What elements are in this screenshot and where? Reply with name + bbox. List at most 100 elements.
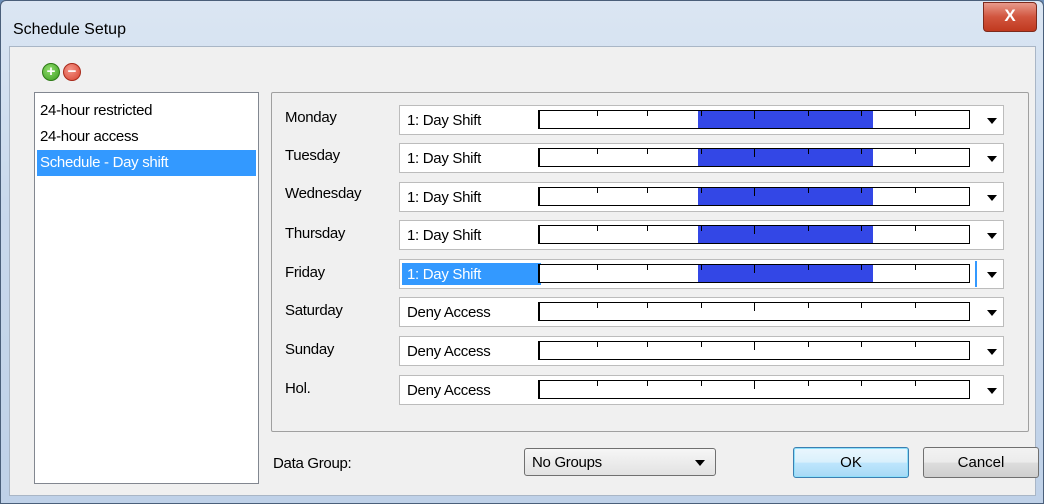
- day-row: Sunday Deny Access: [272, 334, 1028, 368]
- schedule-list[interactable]: 24-hour restricted 24-hour access Schedule…: [34, 92, 259, 484]
- hour-tick: [701, 188, 702, 193]
- access-period: [698, 265, 873, 282]
- focus-indicator: [975, 261, 977, 287]
- chevron-down-icon[interactable]: [987, 195, 997, 201]
- close-button[interactable]: X: [983, 2, 1037, 32]
- hour-tick: [647, 149, 648, 154]
- title-bar[interactable]: Schedule Setup X: [1, 1, 1043, 45]
- hour-tick: [915, 111, 916, 116]
- day-schedule-combo[interactable]: 1: Day Shift: [399, 259, 1004, 289]
- day-schedule-combo[interactable]: 1: Day Shift: [399, 143, 1004, 173]
- day-schedule-value: Deny Access: [407, 382, 491, 399]
- hour-tick: [915, 226, 916, 231]
- hour-tick: [808, 226, 809, 231]
- schedule-setup-window: Schedule Setup X + − 24-hour restricted 2…: [0, 0, 1044, 504]
- hour-tick: [861, 303, 862, 308]
- hour-tick: [861, 342, 862, 347]
- chevron-down-icon[interactable]: [987, 272, 997, 278]
- day-label: Wednesday: [285, 185, 362, 202]
- day-row: Hol. Deny Access: [272, 373, 1028, 407]
- chevron-down-icon[interactable]: [987, 310, 997, 316]
- day-label: Monday: [285, 109, 337, 126]
- day-schedule-combo[interactable]: Deny Access: [399, 336, 1004, 366]
- hour-tick: [754, 226, 755, 234]
- time-bar: [538, 380, 970, 399]
- day-schedule-value: Deny Access: [407, 343, 491, 360]
- hour-tick: [754, 149, 755, 157]
- hour-tick: [808, 188, 809, 193]
- hour-tick: [597, 188, 598, 193]
- hour-tick: [597, 303, 598, 308]
- ok-button[interactable]: OK: [793, 447, 909, 478]
- day-label: Saturday: [285, 302, 343, 319]
- hour-tick: [754, 303, 755, 311]
- time-bar: [538, 302, 970, 321]
- access-period: [698, 226, 873, 243]
- schedule-list-item[interactable]: 24-hour restricted: [35, 98, 258, 124]
- day-schedule-combo[interactable]: 1: Day Shift: [399, 220, 1004, 250]
- hour-tick: [647, 265, 648, 270]
- hour-tick: [808, 111, 809, 116]
- day-label: Thursday: [285, 225, 346, 242]
- hour-tick: [701, 381, 702, 386]
- schedule-list-item[interactable]: Schedule - Day shift: [37, 150, 256, 176]
- hour-tick: [701, 226, 702, 231]
- access-period: [698, 188, 873, 205]
- hour-tick: [861, 149, 862, 154]
- chevron-down-icon[interactable]: [987, 156, 997, 162]
- access-period: [698, 149, 873, 166]
- day-schedule-value: 1: Day Shift: [407, 189, 481, 206]
- hour-tick: [597, 149, 598, 154]
- hour-tick: [701, 303, 702, 308]
- day-schedule-combo[interactable]: 1: Day Shift: [399, 182, 1004, 212]
- time-bar: [538, 264, 970, 283]
- hour-tick: [701, 265, 702, 270]
- hour-tick: [754, 265, 755, 273]
- day-schedule-combo[interactable]: Deny Access: [399, 375, 1004, 405]
- hour-tick: [915, 303, 916, 308]
- hour-tick: [861, 265, 862, 270]
- chevron-down-icon[interactable]: [987, 233, 997, 239]
- time-bar: [538, 110, 970, 129]
- hour-tick: [808, 265, 809, 270]
- hour-tick: [808, 381, 809, 386]
- cancel-button[interactable]: Cancel: [923, 447, 1039, 478]
- chevron-down-icon: [695, 460, 705, 466]
- hour-tick: [861, 226, 862, 231]
- day-schedule-combo[interactable]: 1: Day Shift: [399, 105, 1004, 135]
- day-schedule-combo[interactable]: Deny Access: [399, 297, 1004, 327]
- hour-tick: [915, 188, 916, 193]
- day-schedule-value: 1: Day Shift: [407, 150, 481, 167]
- hour-tick: [701, 149, 702, 154]
- day-schedule-value: 1: Day Shift: [407, 227, 481, 244]
- chevron-down-icon[interactable]: [987, 118, 997, 124]
- data-group-select[interactable]: No Groups: [524, 448, 716, 476]
- day-schedule-value: 1: Day Shift: [402, 263, 541, 285]
- hour-tick: [754, 111, 755, 119]
- remove-icon[interactable]: −: [63, 63, 81, 81]
- hour-tick: [808, 303, 809, 308]
- dialog-client-area: + − 24-hour restricted 24-hour access Sche…: [9, 46, 1039, 496]
- data-group-value: No Groups: [532, 454, 602, 471]
- day-label: Sunday: [285, 341, 335, 358]
- close-icon: X: [1004, 6, 1016, 25]
- window-title: Schedule Setup: [13, 21, 126, 38]
- hour-tick: [808, 342, 809, 347]
- hour-tick: [915, 149, 916, 154]
- hour-tick: [647, 111, 648, 116]
- day-row: Friday 1: Day Shift: [272, 257, 1028, 291]
- hour-tick: [597, 342, 598, 347]
- schedule-list-item[interactable]: 24-hour access: [35, 124, 258, 150]
- hour-tick: [647, 342, 648, 347]
- weekly-schedule-group: Monday 1: Day Shift Tuesday 1: Day Shift Wed…: [271, 92, 1029, 432]
- hour-tick: [597, 226, 598, 231]
- day-label: Friday: [285, 264, 325, 281]
- day-label: Hol.: [285, 380, 311, 397]
- hour-tick: [597, 265, 598, 270]
- day-row: Wednesday 1: Day Shift: [272, 180, 1028, 214]
- chevron-down-icon[interactable]: [987, 388, 997, 394]
- hour-tick: [647, 303, 648, 308]
- hour-tick: [915, 381, 916, 386]
- add-icon[interactable]: +: [42, 63, 60, 81]
- chevron-down-icon[interactable]: [987, 349, 997, 355]
